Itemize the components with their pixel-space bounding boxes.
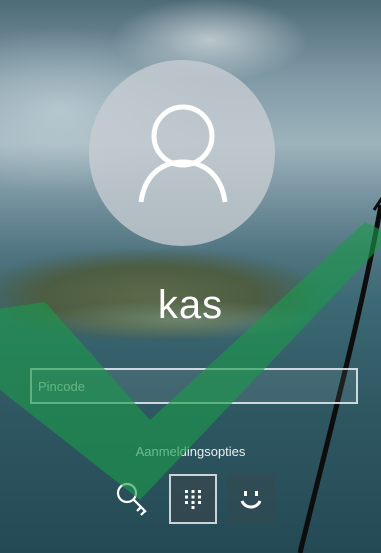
sign-in-options-link[interactable]: Aanmeldingsopties (0, 444, 381, 459)
security-key-option[interactable] (109, 474, 157, 524)
pin-keypad-icon (185, 490, 201, 509)
face-option[interactable] (227, 474, 275, 524)
pin-input[interactable] (30, 368, 358, 404)
user-name: kas (157, 283, 224, 327)
security-key-icon (116, 482, 147, 516)
user-avatar (89, 60, 275, 246)
pin-option[interactable] (169, 474, 217, 524)
face-recognition-icon (240, 491, 262, 509)
user-silhouette-icon (138, 104, 228, 203)
